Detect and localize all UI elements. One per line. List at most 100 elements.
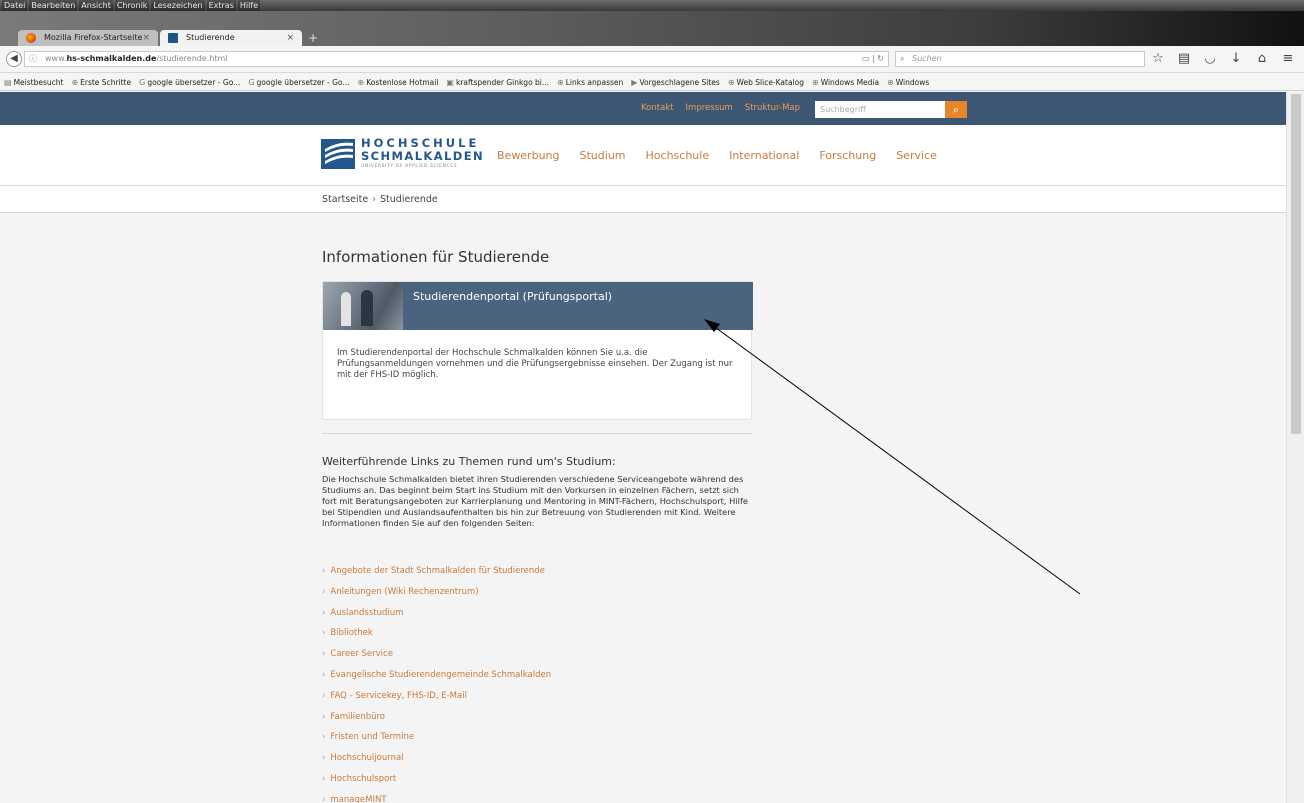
bookmark-item[interactable]: ⊕ Erste Schritte bbox=[71, 74, 131, 90]
list-item[interactable]: › Evangelische Studierendengemeinde Schma… bbox=[322, 665, 752, 686]
menu-extras[interactable]: Extras bbox=[206, 0, 236, 11]
bullet-icon: › bbox=[322, 711, 326, 722]
tab-firefox-start[interactable]: Mozilla Firefox-Startseite × bbox=[18, 30, 158, 46]
page-viewport: Kontakt Impressum Struktur-Map Suchbegri… bbox=[0, 92, 1286, 803]
download-icon[interactable]: ↓ bbox=[1228, 50, 1244, 68]
globe-icon: ⊕ bbox=[357, 78, 365, 87]
menu-bearbeiten[interactable]: Bearbeiten bbox=[29, 0, 78, 11]
site-logo[interactable]: HOCHSCHULE SCHMALKALDEN UNIVERSITY OF AP… bbox=[361, 137, 486, 171]
search-button[interactable]: ⌕ bbox=[945, 101, 967, 118]
list-item[interactable]: › Bibliothek bbox=[322, 623, 752, 644]
home-icon[interactable]: ⌂ bbox=[1254, 50, 1270, 68]
bookmark-item[interactable]: ▣ kraftspender Ginkgo bi... bbox=[446, 74, 549, 90]
bookmark-item[interactable]: ⊕ Links anpassen bbox=[557, 74, 623, 90]
new-tab-button[interactable]: + bbox=[306, 30, 320, 46]
hs-logo-icon[interactable] bbox=[321, 139, 355, 169]
bookmark-item[interactable]: ▤ Meistbesucht bbox=[4, 74, 63, 90]
folder-icon: ▤ bbox=[4, 78, 12, 87]
bullet-icon: › bbox=[322, 732, 326, 743]
list-item[interactable]: › FAQ - Servicekey, FHS-ID, E-Mail bbox=[322, 686, 752, 707]
globe-icon: ⊕ bbox=[727, 78, 735, 87]
globe-icon: ⊕ bbox=[887, 78, 894, 87]
bookmarks-bar: ▤ Meistbesucht ⊕ Erste Schritte Ggoogle üb… bbox=[0, 74, 1304, 91]
portal-card-header[interactable]: Studierendenportal (Prüfungsportal) bbox=[323, 282, 753, 330]
search-icon: ⌕ bbox=[900, 54, 905, 63]
portal-card-image bbox=[323, 282, 403, 330]
menu-hamburger-icon[interactable]: ≡ bbox=[1280, 50, 1296, 68]
bookmark-item[interactable]: ⊕ Windows Media bbox=[812, 74, 879, 90]
bookmark-item[interactable]: ⊕ Web Slice-Katalog bbox=[728, 74, 804, 90]
close-tab-icon[interactable]: × bbox=[142, 30, 150, 46]
site-topbar: Kontakt Impressum Struktur-Map Suchbegri… bbox=[0, 92, 1286, 125]
url-path: /studierende.html bbox=[156, 54, 228, 63]
toplink-impressum[interactable]: Impressum bbox=[686, 92, 733, 125]
site-search-input[interactable]: Suchbegriff bbox=[815, 101, 945, 118]
list-item[interactable]: › Angebote der Stadt Schmalkalden für Stu… bbox=[322, 561, 752, 582]
url-bar[interactable]: ⓘ www.hs-schmalkalden.de/studierende.htm… bbox=[24, 51, 889, 67]
close-tab-icon[interactable]: × bbox=[286, 30, 294, 46]
browser-menubar: Datei Bearbeiten Ansicht Chronik Lesezei… bbox=[0, 0, 1304, 11]
tab-studierende[interactable]: Studierende × bbox=[160, 30, 302, 46]
tab-strip: Mozilla Firefox-Startseite × Studierende… bbox=[0, 11, 1304, 46]
bullet-icon: › bbox=[322, 669, 326, 680]
tab-label: Mozilla Firefox-Startseite bbox=[44, 33, 143, 42]
globe-icon: ⊕ bbox=[557, 78, 564, 87]
list-item[interactable]: › Anleitungen (Wiki Rechenzentrum) bbox=[322, 582, 752, 603]
bookmark-item[interactable]: ⊕ Windows bbox=[887, 74, 929, 90]
bookmark-item[interactable]: Ggoogle übersetzer - Go... bbox=[139, 74, 240, 90]
list-item[interactable]: › Career Service bbox=[322, 644, 752, 665]
site-info-icon[interactable]: ⓘ bbox=[29, 52, 37, 66]
toplink-struktur-map[interactable]: Struktur-Map bbox=[745, 92, 800, 125]
menu-datei[interactable]: Datei bbox=[2, 0, 28, 11]
search-icon: ⌕ bbox=[952, 103, 960, 116]
bullet-icon: › bbox=[322, 628, 326, 639]
menu-hilfe[interactable]: Hilfe bbox=[237, 0, 261, 11]
firefox-icon bbox=[26, 33, 36, 43]
bookmark-item[interactable]: Ggoogle übersetzer - Go... bbox=[248, 74, 349, 90]
breadcrumb-separator: › bbox=[372, 194, 377, 205]
list-item[interactable]: › Hochschuljournal bbox=[322, 748, 752, 769]
list-item[interactable]: › Familienbüro bbox=[322, 707, 752, 728]
nav-bewerbung[interactable]: Bewerbung bbox=[497, 125, 560, 186]
nav-forschung[interactable]: Forschung bbox=[819, 125, 876, 186]
page-scrollbar[interactable] bbox=[1286, 92, 1304, 803]
nav-studium[interactable]: Studium bbox=[580, 125, 626, 186]
bookmark-item[interactable]: ⊕ Kostenlose Hotmail bbox=[358, 74, 439, 90]
portal-card-title[interactable]: Studierendenportal (Prüfungsportal) bbox=[413, 282, 612, 312]
browser-search-input[interactable]: ⌕ Suchen bbox=[895, 51, 1145, 67]
menu-ansicht[interactable]: Ansicht bbox=[79, 0, 113, 11]
breadcrumb-home[interactable]: Startseite bbox=[322, 194, 368, 205]
bookmark-star-icon[interactable]: ☆ bbox=[1150, 50, 1166, 68]
portal-card[interactable]: Studierendenportal (Prüfungsportal) Im S… bbox=[322, 281, 753, 420]
toplink-kontakt[interactable]: Kontakt bbox=[641, 92, 674, 125]
bullet-icon: › bbox=[322, 794, 326, 803]
back-arrow-icon[interactable]: ◀ bbox=[6, 51, 22, 67]
hs-favicon-icon bbox=[168, 33, 178, 43]
menu-lesezeichen[interactable]: Lesezeichen bbox=[151, 0, 205, 11]
page-title: Informationen für Studierende bbox=[322, 248, 550, 266]
bullet-icon: › bbox=[322, 586, 326, 597]
browser-navbar: ◀ ⓘ www.hs-schmalkalden.de/studierende.h… bbox=[0, 46, 1304, 73]
list-item[interactable]: › Fristen und Termine bbox=[322, 727, 752, 748]
browser-search-placeholder: Suchen bbox=[912, 54, 942, 63]
intro-text: Die Hochschule Schmalkalden bietet ihren… bbox=[322, 474, 749, 528]
reload-icon[interactable]: ▭ | ↻ bbox=[862, 52, 884, 66]
main-nav: Bewerbung Studium Hochschule Internation… bbox=[497, 125, 937, 186]
bookmarks-library-icon[interactable]: ▤ bbox=[1176, 50, 1192, 68]
nav-hochschule[interactable]: Hochschule bbox=[646, 125, 710, 186]
menu-chronik[interactable]: Chronik bbox=[114, 0, 150, 11]
divider bbox=[322, 433, 752, 434]
breadcrumb-current: Studierende bbox=[380, 194, 438, 205]
google-icon: G bbox=[139, 78, 146, 87]
list-item[interactable]: › Auslandsstudium bbox=[322, 603, 752, 624]
nav-international[interactable]: International bbox=[729, 125, 799, 186]
toolbar-icons: ☆ ▤ ◡ ↓ ⌂ ≡ bbox=[1150, 50, 1296, 68]
nav-service[interactable]: Service bbox=[896, 125, 937, 186]
pocket-icon[interactable]: ◡ bbox=[1202, 50, 1218, 68]
list-item[interactable]: › Hochschulsport bbox=[322, 769, 752, 790]
list-item[interactable]: › manageMINT bbox=[322, 790, 752, 803]
bookmark-item[interactable]: ▶ Vorgeschlagene Sites bbox=[631, 74, 720, 90]
scrollbar-thumb[interactable] bbox=[1291, 94, 1301, 434]
suggested-sites-icon: ▶ bbox=[631, 78, 638, 87]
url-domain: hs-schmalkalden.de bbox=[66, 54, 157, 63]
